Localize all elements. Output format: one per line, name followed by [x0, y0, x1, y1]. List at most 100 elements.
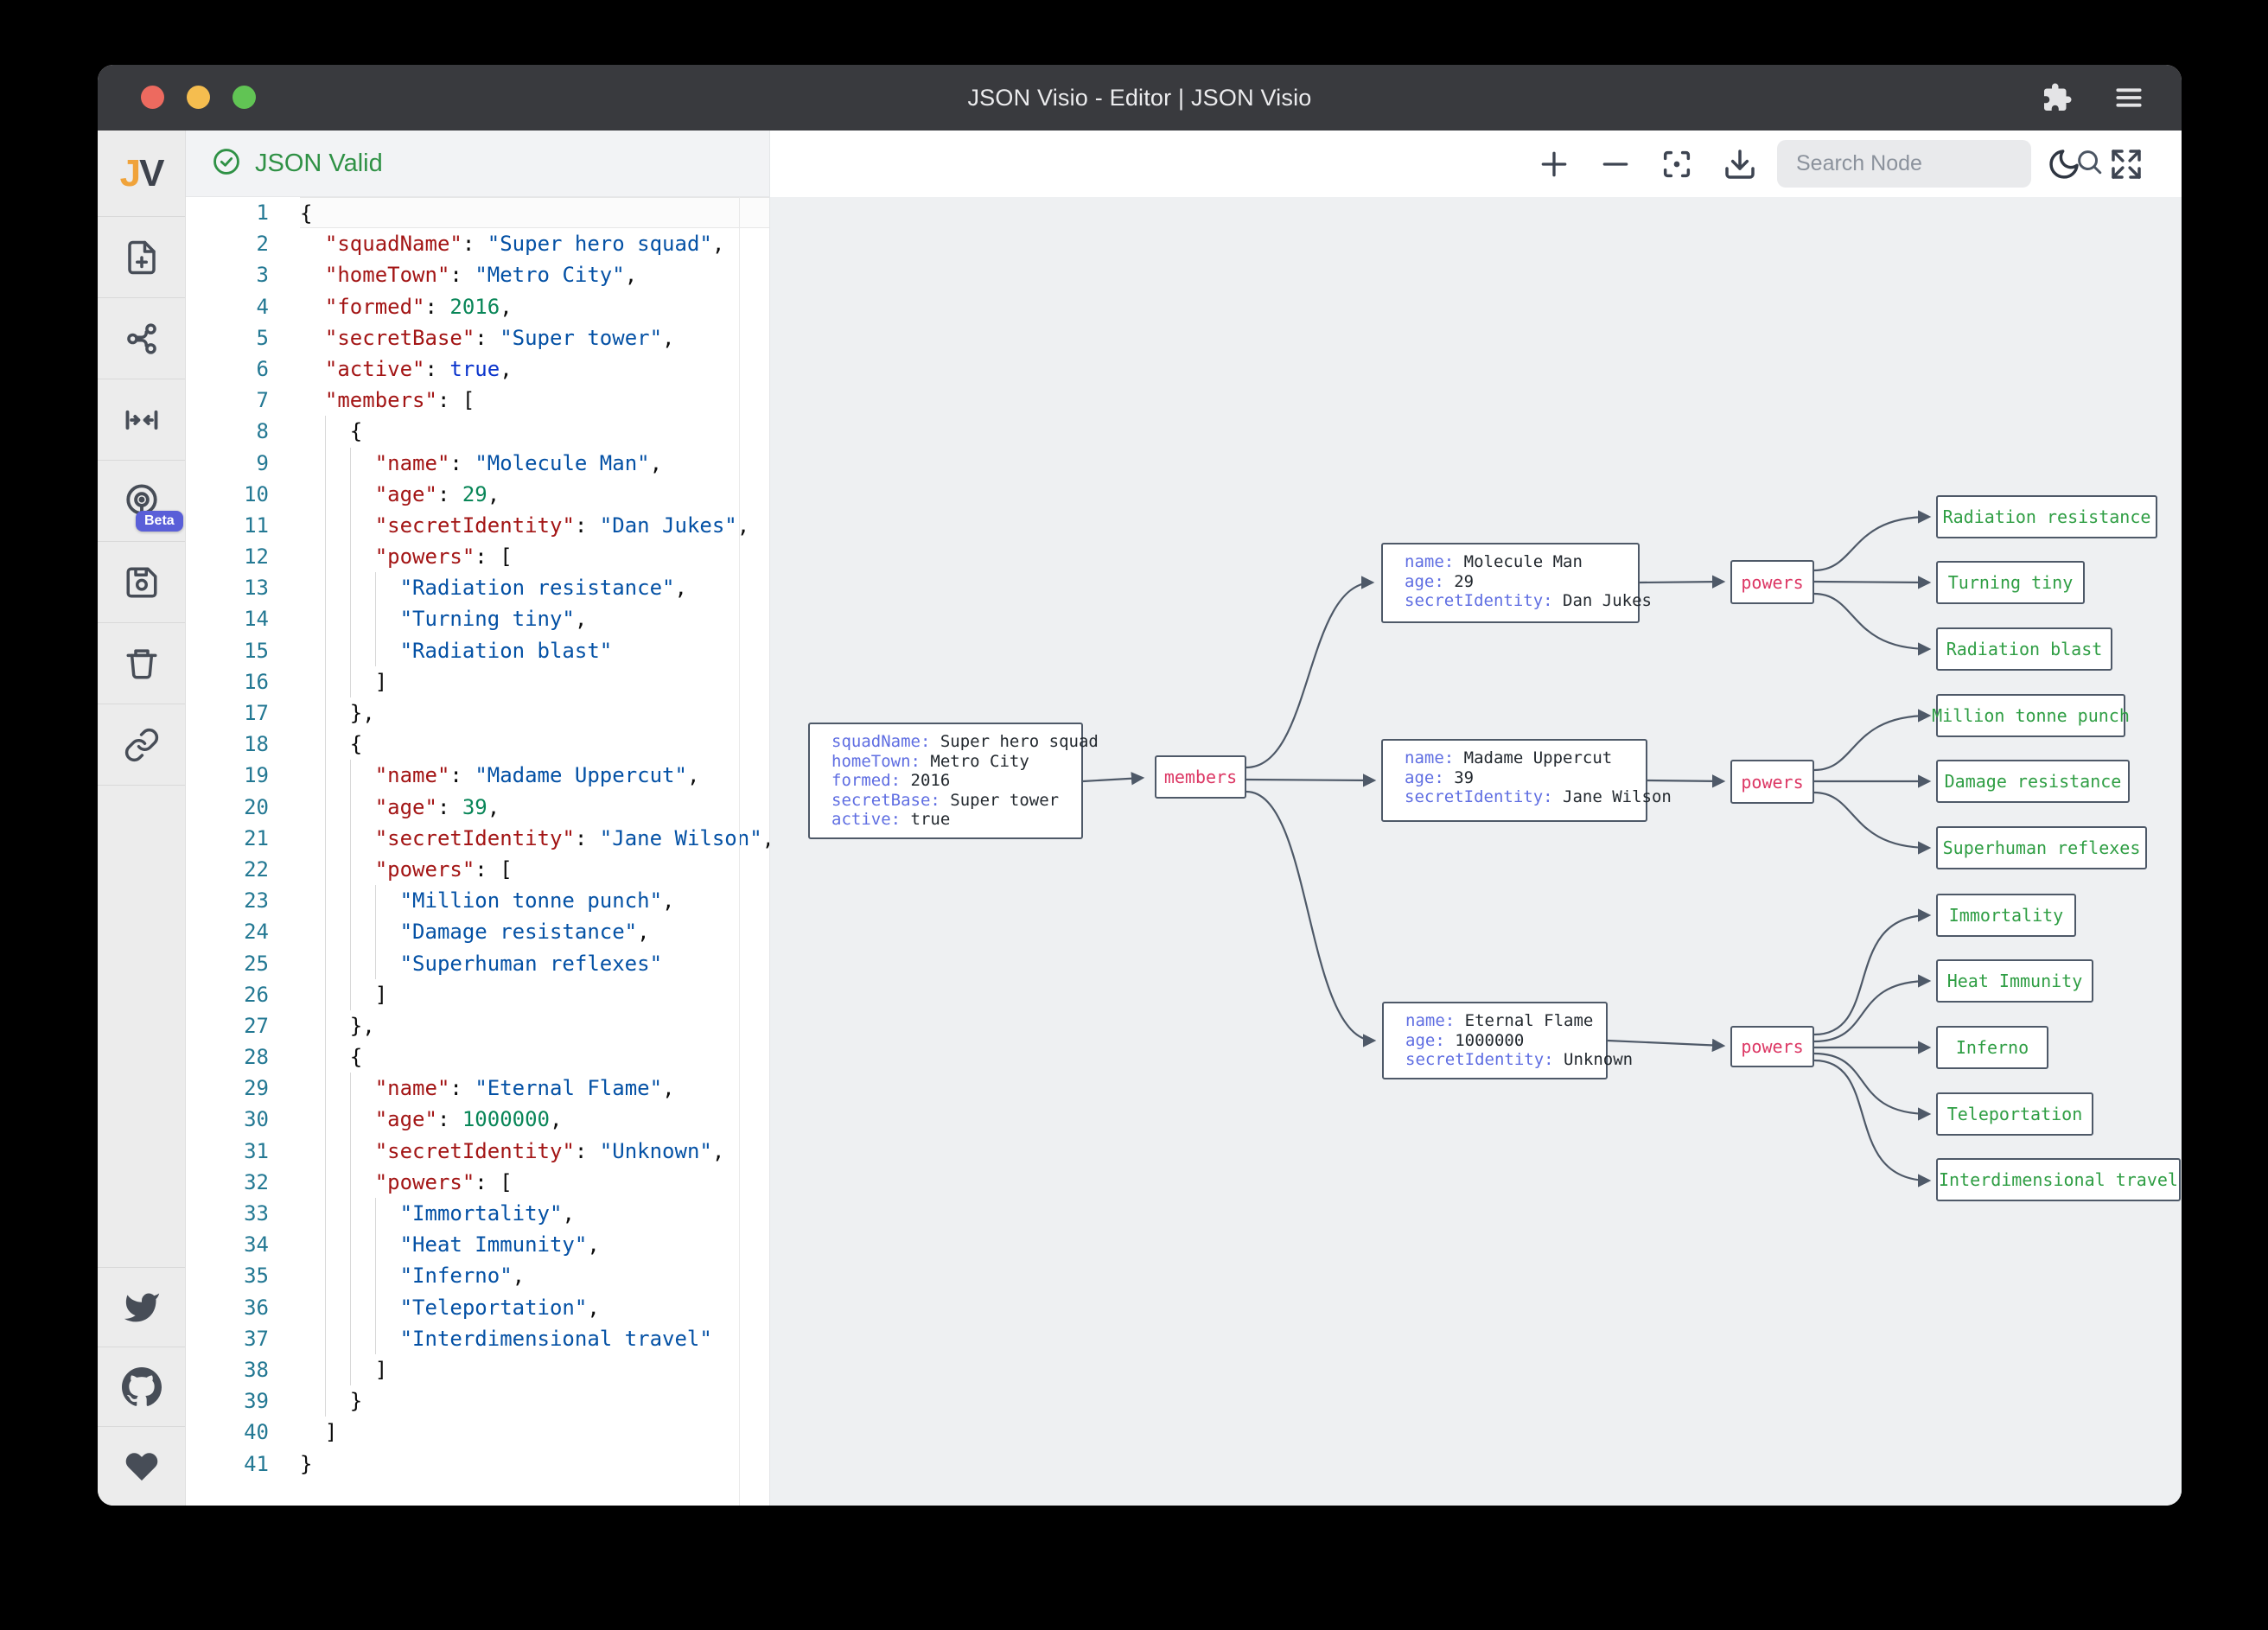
- graph-node-l9[interactable]: Inferno: [1936, 1026, 2048, 1069]
- code-text[interactable]: "age": 39,: [300, 792, 769, 823]
- code-text[interactable]: "Million tonne punch",: [300, 885, 769, 916]
- code-line[interactable]: 17 },: [186, 697, 769, 729]
- code-line[interactable]: 24 "Damage resistance",: [186, 916, 769, 947]
- code-line[interactable]: 3 "homeTown": "Metro City",: [186, 259, 769, 290]
- code-text[interactable]: {: [300, 416, 769, 447]
- code-line[interactable]: 20 "age": 39,: [186, 792, 769, 823]
- code-text[interactable]: "name": "Molecule Man",: [300, 448, 769, 479]
- code-text[interactable]: "homeTown": "Metro City",: [300, 259, 769, 290]
- code-line[interactable]: 41}: [186, 1449, 769, 1480]
- graph-node-l11[interactable]: Interdimensional travel: [1936, 1158, 2181, 1201]
- zoom-out-button[interactable]: [1596, 144, 1635, 184]
- sidebar-item-github[interactable]: [98, 1347, 185, 1426]
- code-text[interactable]: },: [300, 697, 769, 729]
- code-line[interactable]: 27 },: [186, 1010, 769, 1041]
- code-text[interactable]: "members": [: [300, 385, 769, 416]
- code-text[interactable]: "age": 1000000,: [300, 1104, 769, 1135]
- code-text[interactable]: "Heat Immunity",: [300, 1229, 769, 1260]
- code-line[interactable]: 5 "secretBase": "Super tower",: [186, 322, 769, 353]
- code-line[interactable]: 10 "age": 29,: [186, 479, 769, 510]
- code-line[interactable]: 14 "Turning tiny",: [186, 603, 769, 634]
- sidebar-item-delete[interactable]: [98, 623, 185, 704]
- code-line[interactable]: 1{: [186, 197, 769, 228]
- graph-node-l6[interactable]: Superhuman reflexes: [1936, 826, 2147, 869]
- code-text[interactable]: }: [300, 1449, 769, 1480]
- zoom-window-button[interactable]: [233, 86, 256, 109]
- sidebar-item-new-document[interactable]: [98, 217, 185, 298]
- code-line[interactable]: 34 "Heat Immunity",: [186, 1229, 769, 1260]
- code-text[interactable]: "age": 29,: [300, 479, 769, 510]
- code-line[interactable]: 4 "formed": 2016,: [186, 291, 769, 322]
- sidebar-item-fit-width[interactable]: [98, 379, 185, 461]
- graph-node-p1[interactable]: powers: [1730, 560, 1814, 604]
- graph-node-p3[interactable]: powers: [1730, 1026, 1814, 1067]
- code-text[interactable]: {: [300, 197, 769, 228]
- app-logo[interactable]: JV: [98, 131, 185, 217]
- code-line[interactable]: 26 ]: [186, 979, 769, 1010]
- code-text[interactable]: "powers": [: [300, 541, 769, 572]
- sidebar-item-save[interactable]: [98, 542, 185, 623]
- code-text[interactable]: "squadName": "Super hero squad",: [300, 228, 769, 259]
- search-node-box[interactable]: [1777, 140, 2031, 188]
- code-text[interactable]: "secretIdentity": "Jane Wilson",: [300, 823, 769, 854]
- minimize-window-button[interactable]: [187, 86, 210, 109]
- graph-node-l10[interactable]: Teleportation: [1936, 1092, 2093, 1136]
- code-line[interactable]: 38 ]: [186, 1354, 769, 1385]
- code-line[interactable]: 37 "Interdimensional travel": [186, 1323, 769, 1354]
- search-node-input[interactable]: [1796, 151, 2074, 176]
- code-text[interactable]: "Interdimensional travel": [300, 1323, 769, 1354]
- code-line[interactable]: 36 "Teleportation",: [186, 1292, 769, 1323]
- code-text[interactable]: "secretIdentity": "Dan Jukes",: [300, 510, 769, 541]
- code-text[interactable]: "Inferno",: [300, 1260, 769, 1291]
- code-line[interactable]: 22 "powers": [: [186, 854, 769, 885]
- editor-scrollbar[interactable]: [739, 197, 740, 1506]
- code-line[interactable]: 9 "name": "Molecule Man",: [186, 448, 769, 479]
- graph-node-m1[interactable]: nameMolecule Manage29secretIdentityDan J…: [1381, 543, 1640, 623]
- code-text[interactable]: "Turning tiny",: [300, 603, 769, 634]
- code-line[interactable]: 8 {: [186, 416, 769, 447]
- code-text[interactable]: "Radiation resistance",: [300, 572, 769, 603]
- code-text[interactable]: }: [300, 1385, 769, 1417]
- code-line[interactable]: 31 "secretIdentity": "Unknown",: [186, 1136, 769, 1167]
- sidebar-item-twitter[interactable]: [98, 1267, 185, 1347]
- code-line[interactable]: 11 "secretIdentity": "Dan Jukes",: [186, 510, 769, 541]
- code-text[interactable]: ]: [300, 1354, 769, 1385]
- code-text[interactable]: "name": "Madame Uppercut",: [300, 760, 769, 791]
- code-text[interactable]: "name": "Eternal Flame",: [300, 1073, 769, 1104]
- code-line[interactable]: 15 "Radiation blast": [186, 635, 769, 666]
- json-code-editor[interactable]: 1{2 "squadName": "Super hero squad",3 "h…: [186, 197, 769, 1506]
- code-text[interactable]: "secretBase": "Super tower",: [300, 322, 769, 353]
- code-line[interactable]: 33 "Immortality",: [186, 1198, 769, 1229]
- graph-node-m2[interactable]: nameMadame Uppercutage39secretIdentityJa…: [1381, 739, 1647, 822]
- close-window-button[interactable]: [141, 86, 164, 109]
- code-line[interactable]: 12 "powers": [: [186, 541, 769, 572]
- code-line[interactable]: 2 "squadName": "Super hero squad",: [186, 228, 769, 259]
- download-button[interactable]: [1720, 144, 1760, 184]
- center-focus-button[interactable]: [1657, 144, 1697, 184]
- code-line[interactable]: 7 "members": [: [186, 385, 769, 416]
- code-line[interactable]: 35 "Inferno",: [186, 1260, 769, 1291]
- graph-node-l3[interactable]: Radiation blast: [1936, 627, 2112, 671]
- code-text[interactable]: "Teleportation",: [300, 1292, 769, 1323]
- code-line[interactable]: 13 "Radiation resistance",: [186, 572, 769, 603]
- zoom-in-button[interactable]: [1534, 144, 1574, 184]
- sidebar-item-share-link[interactable]: [98, 704, 185, 786]
- fullscreen-button[interactable]: [2106, 144, 2146, 184]
- code-text[interactable]: "active": true,: [300, 353, 769, 385]
- graph-node-root[interactable]: squadNameSuper hero squadhomeTownMetro C…: [808, 723, 1083, 839]
- dark-mode-button[interactable]: [2044, 144, 2084, 184]
- code-line[interactable]: 25 "Superhuman reflexes": [186, 948, 769, 979]
- code-text[interactable]: "Superhuman reflexes": [300, 948, 769, 979]
- graph-node-l2[interactable]: Turning tiny: [1936, 561, 2085, 604]
- code-line[interactable]: 30 "age": 1000000,: [186, 1104, 769, 1135]
- code-text[interactable]: ]: [300, 979, 769, 1010]
- code-line[interactable]: 21 "secretIdentity": "Jane Wilson",: [186, 823, 769, 854]
- code-line[interactable]: 6 "active": true,: [186, 353, 769, 385]
- code-line[interactable]: 28 {: [186, 1041, 769, 1073]
- sidebar-item-sponsor[interactable]: [98, 1426, 185, 1506]
- code-text[interactable]: "Immortality",: [300, 1198, 769, 1229]
- code-text[interactable]: "secretIdentity": "Unknown",: [300, 1136, 769, 1167]
- code-text[interactable]: "formed": 2016,: [300, 291, 769, 322]
- code-text[interactable]: "Radiation blast": [300, 635, 769, 666]
- code-text[interactable]: {: [300, 1041, 769, 1073]
